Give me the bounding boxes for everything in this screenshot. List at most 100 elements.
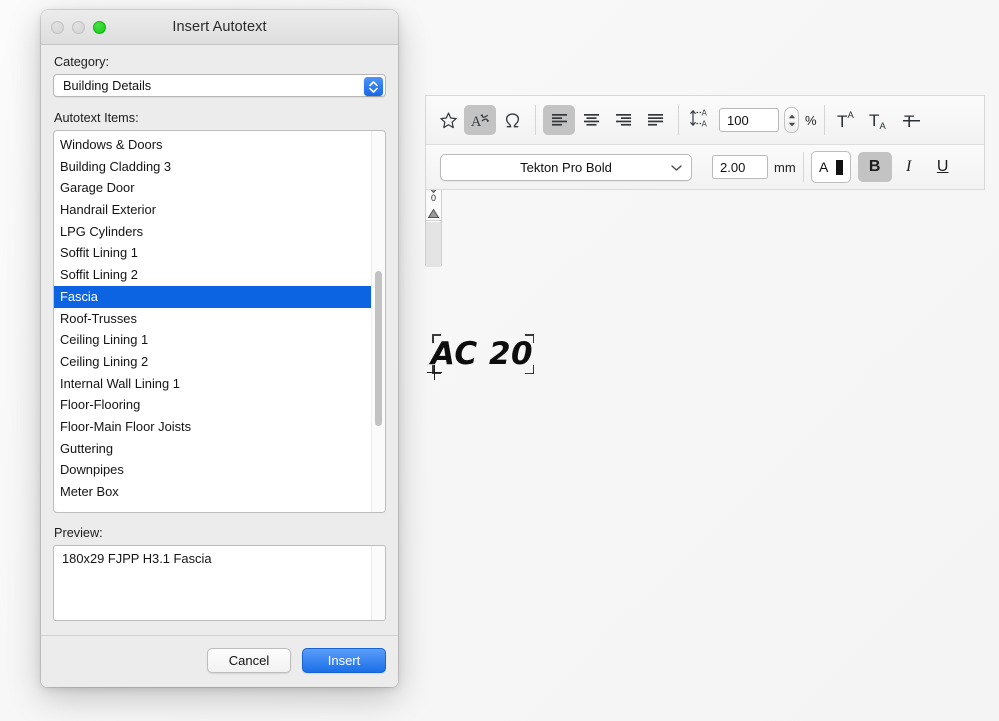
list-item-label: Downpipes (60, 462, 124, 477)
list-item[interactable]: Roof-Trusses (54, 308, 372, 330)
toolbar-divider (803, 152, 804, 182)
list-item[interactable]: Soffit Lining 2 (54, 264, 372, 286)
toolbar-divider (824, 105, 825, 135)
preview-section: Preview: 180x29 FJPP H3.1 Fascia (53, 526, 386, 621)
minimize-button[interactable] (72, 21, 85, 34)
subscript-icon[interactable]: T A (864, 105, 896, 135)
canvas-text-label: AC 20 (430, 332, 534, 376)
text-editor-toolbar: A (425, 95, 985, 190)
canvas-text-object[interactable]: AC 20 (430, 330, 534, 380)
list-item-label: LPG Cylinders (60, 224, 143, 239)
bold-button[interactable]: B (858, 152, 892, 182)
category-label: Category: (54, 55, 386, 69)
svg-text:A: A (702, 119, 708, 128)
list-item-label: Soffit Lining 2 (60, 267, 138, 282)
preview-text: 180x29 FJPP H3.1 Fascia (54, 546, 385, 571)
list-item[interactable]: Guttering (54, 438, 372, 460)
list-item[interactable]: Ceiling Lining 2 (54, 351, 372, 373)
list-item[interactable]: Downpipes (54, 459, 372, 481)
insert-autotext-dialog: Insert Autotext Category: Building Detai… (41, 10, 398, 687)
list-item-label: Fascia (60, 289, 98, 304)
align-right-icon[interactable] (607, 105, 639, 135)
italic-label: I (906, 158, 911, 176)
svg-text:A: A (880, 121, 887, 130)
toolbar-row-paragraph: A (426, 96, 984, 145)
font-family-value: Tekton Pro Bold (520, 160, 612, 175)
svg-text:A: A (848, 110, 855, 121)
toolbar-divider (678, 105, 679, 135)
toolbar-divider (535, 105, 536, 135)
close-button[interactable] (51, 21, 64, 34)
list-item-label: Soffit Lining 1 (60, 245, 138, 260)
list-item-label: Windows & Doors (60, 137, 162, 152)
list-item[interactable]: Building Cladding 3 (54, 156, 372, 178)
list-scroll-area[interactable]: Windows & Doors Building Cladding 3Garage… (54, 131, 372, 512)
dialog-footer: Cancel Insert (41, 635, 398, 687)
autotext-icon[interactable]: A (464, 105, 496, 135)
list-item[interactable]: Floor-Main Floor Joists (54, 416, 372, 438)
autotext-items-list[interactable]: Windows & Doors Building Cladding 3Garage… (53, 130, 386, 513)
line-spacing-group: A A 100 % (689, 107, 817, 134)
list-item-label: Guttering (60, 441, 113, 456)
omega-symbol-icon[interactable] (496, 105, 528, 135)
list-item[interactable]: Ceiling Lining 1 (54, 329, 372, 351)
list-scrollbar[interactable] (371, 131, 385, 512)
ruler-track[interactable] (426, 221, 441, 267)
list-scrollbar-thumb[interactable] (375, 271, 382, 426)
list-item[interactable]: Floor-Flooring (54, 394, 372, 416)
list-item[interactable]: Meter Box (54, 481, 372, 503)
insert-button[interactable]: Insert (302, 648, 386, 673)
preview-box[interactable]: 180x29 FJPP H3.1 Fascia (53, 545, 386, 621)
dialog-content: Category: Building Details Autotext Item… (41, 45, 398, 621)
text-color-icon[interactable]: A (811, 151, 851, 183)
svg-text:A: A (819, 159, 829, 175)
category-stepper-icon[interactable] (364, 77, 383, 96)
align-justify-icon[interactable] (639, 105, 671, 135)
left-indent-marker[interactable] (426, 209, 441, 219)
svg-text:A: A (471, 114, 482, 130)
category-value: Building Details (63, 78, 151, 93)
line-spacing-value: 100 (727, 113, 749, 128)
star-icon[interactable] (432, 105, 464, 135)
line-spacing-unit: % (805, 113, 817, 128)
cancel-button[interactable]: Cancel (207, 648, 291, 673)
preview-scrollbar[interactable] (371, 546, 385, 620)
svg-text:A: A (702, 108, 708, 117)
preview-label: Preview: (54, 526, 386, 540)
category-select[interactable]: Building Details (53, 74, 386, 97)
strikethrough-icon[interactable]: T (896, 105, 928, 135)
align-left-icon[interactable] (543, 105, 575, 135)
crosshair-cursor (427, 365, 442, 380)
window-controls (51, 10, 106, 44)
chevron-down-icon (788, 122, 796, 127)
line-spacing-stepper[interactable] (784, 107, 799, 133)
italic-button[interactable]: I (892, 152, 926, 182)
list-item[interactable]: Windows & Doors (54, 134, 372, 156)
dialog-titlebar[interactable]: Insert Autotext (41, 10, 398, 45)
underline-label: U (937, 158, 949, 176)
list-item-label: Floor-Flooring (60, 397, 140, 412)
superscript-icon[interactable]: T A (832, 105, 864, 135)
toolbar-row-font: Tekton Pro Bold 2.00 mm A B I (426, 145, 984, 189)
zoom-button[interactable] (93, 21, 106, 34)
ruler-zero-label: 0 (426, 194, 441, 203)
list-item[interactable]: Internal Wall Lining 1 (54, 373, 372, 395)
font-size-input[interactable]: 2.00 (712, 155, 768, 179)
vertical-ruler[interactable]: 0 (425, 182, 442, 266)
list-item[interactable]: Fascia (54, 286, 372, 308)
text-color-swatch (836, 160, 843, 175)
list-item[interactable]: Garage Door (54, 177, 372, 199)
underline-button[interactable]: U (926, 152, 960, 182)
list-item[interactable]: Soffit Lining 1 (54, 242, 372, 264)
autotext-items-label: Autotext Items: (54, 111, 386, 125)
align-center-icon[interactable] (575, 105, 607, 135)
list-item-label: Floor-Main Floor Joists (60, 419, 191, 434)
list-item-label: Meter Box (60, 484, 119, 499)
list-item[interactable]: LPG Cylinders (54, 221, 372, 243)
font-family-select[interactable]: Tekton Pro Bold (440, 154, 692, 181)
line-spacing-input[interactable]: 100 (719, 108, 779, 132)
svg-text:T: T (869, 111, 879, 130)
chevron-up-icon (788, 114, 796, 119)
chevron-down-icon (671, 160, 682, 175)
list-item[interactable]: Handrail Exterior (54, 199, 372, 221)
